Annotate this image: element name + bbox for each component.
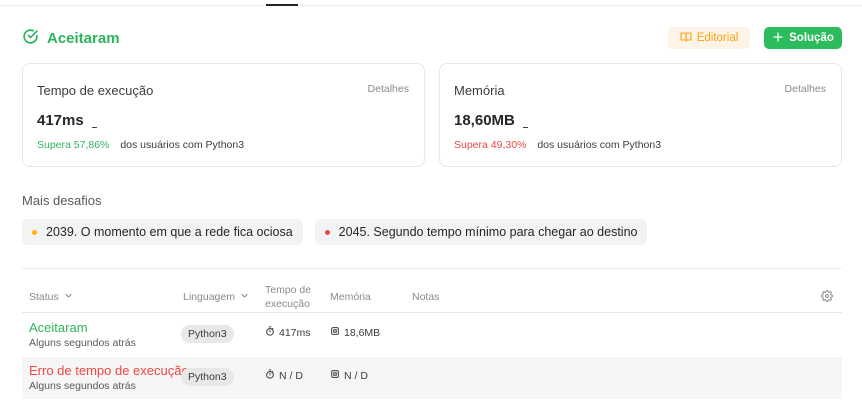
- runtime-card: Tempo de execução Detalhes 417ms Supera …: [22, 63, 425, 167]
- editorial-button[interactable]: Editorial: [668, 27, 750, 49]
- memory-details-link[interactable]: Detalhes: [785, 83, 826, 95]
- runtime-details-link[interactable]: Detalhes: [368, 83, 409, 95]
- runtime-beats: Supera 57,86% dos usuários com Python3: [37, 139, 244, 151]
- chip-icon: [330, 326, 340, 339]
- runtime-column-header: Tempo de execução: [265, 283, 311, 311]
- challenge-label: 2045. Segundo tempo mínimo para chegar a…: [338, 225, 638, 239]
- active-tab-indicator: [266, 4, 298, 6]
- language-badge: Python3: [181, 325, 234, 343]
- runtime-column-label-line1: Tempo de: [265, 284, 312, 296]
- memory-card: Memória Detalhes 18,60MB Supera 49,30% d…: [439, 63, 842, 167]
- memory-value: N / D: [344, 369, 368, 382]
- runtime-value: 417ms: [279, 326, 311, 339]
- chip-icon: [330, 369, 340, 382]
- book-icon: [680, 31, 692, 46]
- challenge-chip[interactable]: 2039. O momento em que a rede fica ocios…: [22, 219, 303, 245]
- memory-cell: 18,6MB: [330, 326, 380, 339]
- runtime-label: Tempo de execução: [37, 83, 154, 98]
- result-header: Aceitaram Editorial Solução: [22, 26, 842, 50]
- plus-icon: [772, 31, 784, 46]
- stopwatch-icon: [265, 326, 275, 339]
- language-badge: Python3: [181, 368, 234, 386]
- runtime-beats-percent: Supera 57,86%: [37, 139, 110, 151]
- section-divider: [22, 268, 842, 269]
- table-row[interactable]: Erro de tempo de execução Alguns segundo…: [22, 357, 842, 399]
- accepted-status: Aceitaram: [22, 28, 120, 49]
- submission-status[interactable]: Aceitaram: [29, 320, 88, 335]
- more-challenges-title: Mais desafios: [22, 193, 102, 208]
- submission-time-ago: Alguns segundos atrás: [29, 380, 136, 392]
- check-circle-icon: [22, 28, 39, 49]
- memory-cell: N / D: [330, 369, 368, 382]
- challenge-chip[interactable]: 2045. Segundo tempo mínimo para chegar a…: [314, 219, 648, 245]
- runtime-cell: 417ms: [265, 326, 311, 339]
- difficulty-dot-icon: [324, 229, 330, 235]
- more-challenges-list: 2039. O momento em que a rede fica ocios…: [22, 219, 648, 245]
- memory-column-header: Memória: [330, 291, 371, 303]
- solution-label: Solução: [789, 32, 834, 44]
- memory-value: 18,6MB: [344, 326, 381, 339]
- notes-column-header: Notas: [412, 291, 440, 303]
- language-column-header[interactable]: Linguagem: [183, 291, 249, 303]
- challenge-label: 2039. O momento em que a rede fica ocios…: [46, 225, 293, 239]
- runtime-value: 417ms: [37, 112, 97, 129]
- submissions-table-header: Status Linguagem Tempo de execução Memór…: [22, 279, 842, 313]
- memory-label: Memória: [454, 83, 505, 98]
- submission-time-ago: Alguns segundos atrás: [29, 337, 136, 349]
- gear-icon[interactable]: [821, 290, 833, 302]
- language-column-label: Linguagem: [183, 291, 235, 303]
- status-column-label: Status: [29, 291, 59, 303]
- runtime-beats-suffix: dos usuários com Python3: [120, 139, 245, 151]
- status-title: Aceitaram: [47, 29, 120, 47]
- table-row[interactable]: Aceitaram Alguns segundos atrás Python3 …: [22, 314, 842, 356]
- runtime-cell: N / D: [265, 369, 303, 382]
- runtime-value: N / D: [279, 369, 303, 382]
- memory-beats-suffix: dos usuários com Python3: [537, 139, 662, 151]
- chevron-down-icon: [240, 291, 249, 303]
- memory-beats: Supera 49,30% dos usuários com Python3: [454, 139, 661, 151]
- status-column-header[interactable]: Status: [29, 291, 73, 303]
- memory-value: 18,60MB: [454, 112, 528, 129]
- editorial-label: Editorial: [696, 32, 739, 44]
- difficulty-dot-icon: [32, 229, 37, 235]
- top-tab-bar: [0, 0, 862, 6]
- chevron-down-icon: [64, 291, 73, 303]
- runtime-column-label-line2: execução: [265, 298, 310, 310]
- submission-status[interactable]: Erro de tempo de execução: [29, 363, 189, 378]
- solution-button[interactable]: Solução: [764, 27, 842, 49]
- stopwatch-icon: [265, 369, 275, 382]
- memory-beats-percent: Supera 49,30%: [454, 139, 527, 151]
